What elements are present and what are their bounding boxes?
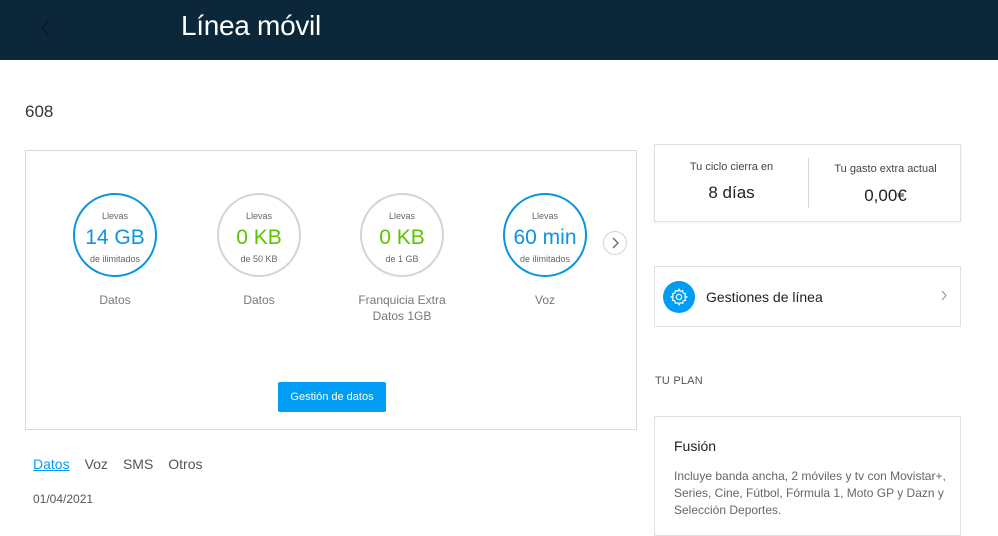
ring-caption-top: Llevas [388, 211, 415, 221]
chevron-right-icon [941, 290, 947, 301]
back-button[interactable] [32, 14, 60, 42]
cycle-extra-caption: Tu gasto extra actual [834, 163, 937, 175]
usage-card: Llevas 14 GB de ilimitados Datos Llevas … [25, 150, 637, 430]
ring-label: Franquicia Extra Datos 1GB [358, 293, 446, 323]
ring-amount: 14 GB [85, 226, 145, 249]
app-header: Línea móvil [0, 0, 998, 60]
gestiones-label: Gestiones de línea [706, 289, 823, 305]
ring-caption-top: Llevas [531, 211, 558, 221]
ring-caption-bottom: de 50 KB [240, 254, 278, 264]
plan-name: Fusión [674, 438, 717, 454]
usage-ring-datos[interactable]: Llevas 14 GB de ilimitados [73, 193, 157, 277]
tab-otros[interactable]: Otros [168, 456, 202, 472]
tab-sms[interactable]: SMS [123, 456, 153, 472]
ring-caption-top: Llevas [101, 211, 128, 221]
ring-caption-bottom: de 1 GB [385, 254, 419, 264]
usage-ring-franquicia[interactable]: Llevas 0 KB de 1 GB [360, 193, 444, 277]
plan-card[interactable]: Fusión Incluye banda ancha, 2 móviles y … [654, 416, 961, 536]
page-title: Línea móvil [181, 10, 321, 41]
tab-datos[interactable]: Datos [33, 456, 70, 472]
ring-caption-top: Llevas [245, 211, 272, 221]
chevron-left-icon [41, 20, 50, 36]
cycle-close-value: 8 días [708, 183, 755, 202]
chevron-right-icon [612, 237, 619, 249]
cycle-card: Tu ciclo cierra en 8 días Tu gasto extra… [654, 144, 961, 222]
cycle-close-caption: Tu ciclo cierra en [689, 161, 774, 173]
usage-ring-datos-50kb[interactable]: Llevas 0 KB de 50 KB [217, 193, 301, 277]
plan-heading: TU PLAN [655, 375, 703, 387]
ring-amount: 0 KB [379, 226, 425, 249]
usage-date: 01/04/2021 [33, 492, 94, 506]
gestion-datos-button[interactable]: Gestión de datos [278, 382, 386, 412]
tab-voz[interactable]: Voz [85, 456, 108, 472]
ring-amount: 0 KB [236, 226, 282, 249]
plan-description: Incluye banda ancha, 2 móviles y tv con … [674, 469, 946, 517]
ring-label: Datos [99, 293, 131, 307]
carousel-next-button[interactable] [603, 231, 627, 255]
ring-label: Voz [534, 293, 555, 307]
ring-caption-bottom: de ilimitados [519, 254, 571, 264]
ring-label: Datos [243, 293, 275, 307]
ring-caption-bottom: de ilimitados [89, 254, 141, 264]
ring-amount: 60 min [513, 226, 577, 249]
cycle-extra-value: 0,00€ [864, 186, 907, 205]
gestiones-de-linea-item[interactable]: Gestiones de línea [654, 266, 961, 327]
usage-ring-voz[interactable]: Llevas 60 min de ilimitados [503, 193, 587, 277]
line-number: 608 [25, 102, 54, 121]
gear-icon [663, 281, 695, 313]
usage-tabs: Datos Voz SMS Otros [33, 456, 218, 472]
